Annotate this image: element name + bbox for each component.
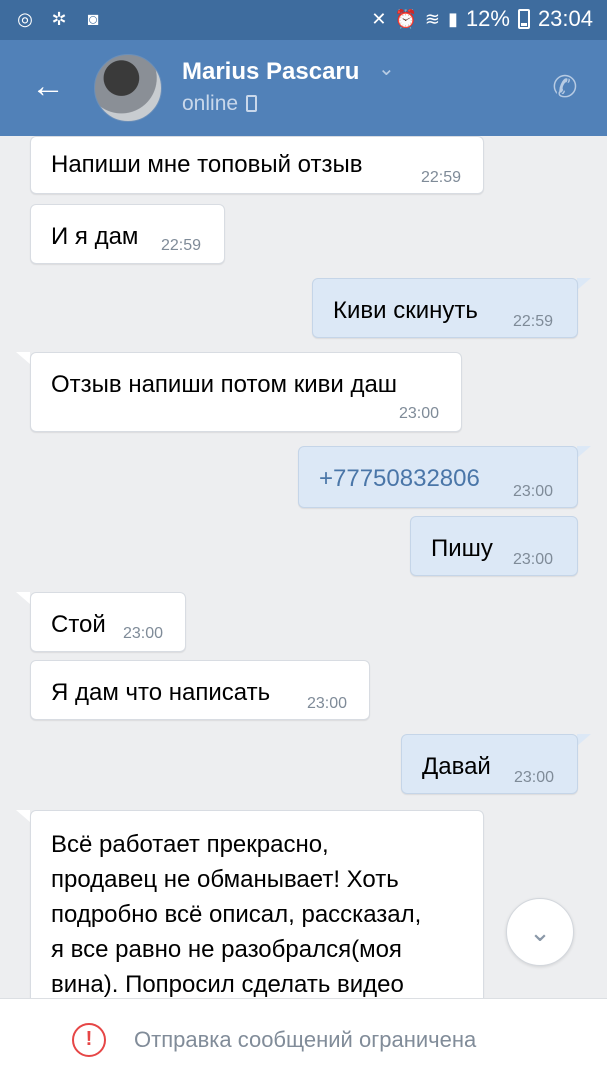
- battery-percent: 12%: [465, 6, 510, 31]
- alarm-icon: ⏰: [394, 8, 417, 29]
- status-bar: ◎ ✲ ◙ ✕ ⏰ ≋ ▮ 12% 23:04: [0, 0, 607, 40]
- message-incoming[interactable]: Я дам что написать 23:00: [30, 660, 370, 720]
- restriction-text: Отправка сообщений ограничена: [134, 1027, 477, 1052]
- message-time: 23:00: [123, 625, 164, 642]
- message-outgoing[interactable]: Пишу 23:00: [410, 516, 578, 576]
- restriction-bar: ! Отправка сообщений ограничена: [0, 998, 607, 1080]
- signal-icon: ▮: [447, 8, 458, 29]
- message-time: 23:00: [513, 551, 554, 568]
- presence-label: online: [182, 92, 239, 115]
- message-incoming[interactable]: И я дам 22:59: [30, 204, 225, 264]
- message-outgoing[interactable]: +77750832806 23:00: [298, 446, 578, 508]
- scroll-down-icon[interactable]: ⌄: [506, 898, 574, 966]
- back-arrow-icon[interactable]: ←: [28, 66, 68, 106]
- message-outgoing[interactable]: Киви скинуть 22:59: [312, 278, 578, 338]
- message-text: Давай: [422, 753, 491, 780]
- message-time: 23:00: [399, 405, 440, 422]
- message-text: Отзыв напиши потом киви даш: [51, 371, 398, 398]
- mute-icon: ✕: [371, 8, 387, 29]
- message-line: я все равно не разобрался(моя: [51, 936, 402, 963]
- chat-header: ← Marius Pascaru ⌄ online ✆: [0, 40, 607, 136]
- bubble-tail: [16, 810, 30, 822]
- presence-status: online: [182, 92, 258, 116]
- message-text: Киви скинуть: [333, 297, 478, 324]
- phone-icon[interactable]: ✆: [545, 68, 585, 108]
- contact-name[interactable]: Marius Pascaru: [182, 58, 359, 86]
- app-notification-icon: ◙: [87, 9, 99, 29]
- message-text: Стой: [51, 611, 106, 638]
- bubble-tail: [577, 734, 591, 746]
- message-time: 22:59: [421, 169, 462, 186]
- message-time: 23:00: [307, 695, 348, 712]
- network-icon: ✲: [51, 9, 67, 29]
- message-time: 23:00: [514, 769, 555, 786]
- shazam-icon: ◎: [17, 9, 33, 29]
- warning-icon: !: [72, 1023, 106, 1057]
- message-time: 22:59: [161, 237, 202, 254]
- message-line: подробно всё описал, рассказал,: [51, 901, 422, 928]
- avatar[interactable]: [94, 54, 162, 122]
- message-list[interactable]: Напиши мне топовый отзыв 22:59 И я дам 2…: [0, 136, 607, 998]
- battery-icon: [517, 9, 530, 29]
- bubble-tail: [577, 446, 591, 458]
- chevron-down-icon[interactable]: ⌄: [378, 56, 395, 81]
- message-text: Напиши мне топовый отзыв: [51, 151, 363, 178]
- message-incoming[interactable]: Отзыв напиши потом киви даш 23:00: [30, 352, 462, 432]
- bubble-tail: [16, 352, 30, 364]
- message-text: Я дам что написать: [51, 679, 271, 706]
- message-incoming[interactable]: Стой 23:00: [30, 592, 186, 652]
- message-outgoing[interactable]: Давай 23:00: [401, 734, 578, 794]
- message-line: продавец не обманывает! Хоть: [51, 866, 399, 893]
- wifi-icon: ≋: [424, 8, 440, 29]
- message-incoming[interactable]: Всё работает прекрасно, продавец не обма…: [30, 810, 484, 998]
- message-line: Всё работает прекрасно,: [51, 831, 329, 858]
- bubble-tail: [16, 592, 30, 604]
- message-time: 23:00: [513, 483, 554, 500]
- message-text: Всё работает прекрасно, продавец не обма…: [51, 827, 421, 998]
- mobile-presence-icon: [246, 95, 258, 112]
- message-text: И я дам: [51, 223, 139, 250]
- message-incoming[interactable]: Напиши мне топовый отзыв 22:59: [30, 136, 484, 194]
- bubble-tail: [577, 278, 591, 290]
- message-text: Пишу: [431, 535, 493, 562]
- message-line: вина). Попросил сделать видео: [51, 971, 404, 998]
- message-time: 22:59: [513, 313, 554, 330]
- clock: 23:04: [537, 6, 593, 31]
- phone-number-link[interactable]: +77750832806: [319, 465, 480, 493]
